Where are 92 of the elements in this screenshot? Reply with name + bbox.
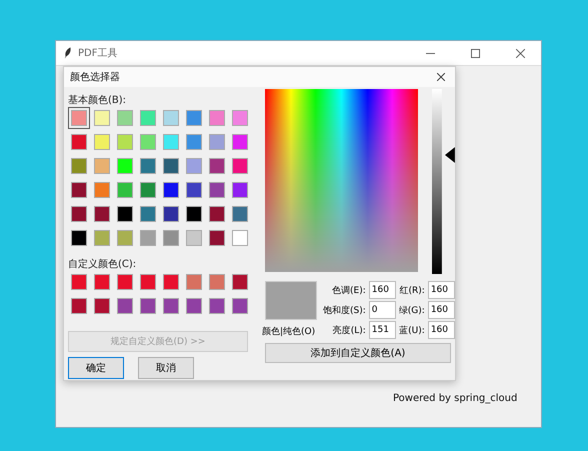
color-swatch[interactable] xyxy=(137,179,159,201)
preview-label: 颜色|纯色(O) xyxy=(262,326,316,338)
input-field[interactable]: 160 xyxy=(368,281,396,299)
color-swatch[interactable] xyxy=(91,155,113,177)
color-swatch[interactable] xyxy=(183,107,205,129)
color-swatch[interactable] xyxy=(183,203,205,225)
color-swatch[interactable] xyxy=(91,179,113,201)
color-swatch[interactable] xyxy=(137,227,159,249)
color-swatch[interactable] xyxy=(229,271,251,293)
footer-text: Powered by spring_cloud xyxy=(393,393,518,404)
window-title: PDF工具 xyxy=(78,47,118,60)
color-swatch[interactable] xyxy=(137,155,159,177)
color-swatch[interactable] xyxy=(91,271,113,293)
color-swatch[interactable] xyxy=(229,107,251,129)
color-swatch[interactable] xyxy=(137,295,159,317)
section-label: 基本颜色(B): xyxy=(68,94,128,107)
color-swatch[interactable] xyxy=(229,131,251,153)
color-swatch[interactable] xyxy=(206,107,228,129)
color-swatch[interactable] xyxy=(160,107,182,129)
color-swatch[interactable] xyxy=(229,227,251,249)
field-label: 饱和度(S): xyxy=(323,304,366,316)
color-swatch[interactable] xyxy=(206,295,228,317)
color-preview xyxy=(265,281,317,320)
cancel-button[interactable]: 取消 xyxy=(138,357,194,379)
color-swatch[interactable] xyxy=(229,155,251,177)
color-swatch[interactable] xyxy=(68,179,90,201)
color-swatch[interactable] xyxy=(137,203,159,225)
add-to-custom-colors-button[interactable]: 添加到自定义颜色(A) xyxy=(265,343,451,363)
color-swatch[interactable] xyxy=(91,203,113,225)
color-swatch[interactable] xyxy=(91,131,113,153)
color-swatch[interactable] xyxy=(183,295,205,317)
color-swatch[interactable] xyxy=(229,179,251,201)
color-swatch[interactable] xyxy=(137,107,159,129)
color-swatch[interactable] xyxy=(206,179,228,201)
color-swatch[interactable] xyxy=(114,179,136,201)
ok-button[interactable]: 确定 xyxy=(68,357,124,379)
color-swatch[interactable] xyxy=(68,271,90,293)
color-swatch[interactable] xyxy=(183,155,205,177)
color-swatch[interactable] xyxy=(68,227,90,249)
color-swatch[interactable] xyxy=(183,131,205,153)
field-label: 红(R): xyxy=(398,284,425,296)
slider-arrow-icon[interactable] xyxy=(445,147,456,163)
color-swatch[interactable] xyxy=(68,295,90,317)
input-field[interactable]: 160 xyxy=(428,301,455,319)
color-swatch[interactable] xyxy=(137,271,159,293)
section-label: 自定义颜色(C): xyxy=(68,258,138,271)
color-swatch[interactable] xyxy=(160,271,182,293)
close-icon[interactable] xyxy=(516,48,525,58)
input-field[interactable]: 0 xyxy=(368,301,396,319)
color-swatch[interactable] xyxy=(160,155,182,177)
color-swatch[interactable] xyxy=(68,203,90,225)
color-swatch[interactable] xyxy=(160,203,182,225)
color-swatch[interactable] xyxy=(114,295,136,317)
color-swatch[interactable] xyxy=(229,203,251,225)
color-swatch[interactable] xyxy=(91,295,113,317)
color-swatch[interactable] xyxy=(206,271,228,293)
input-field[interactable]: 160 xyxy=(428,321,455,339)
color-swatch[interactable] xyxy=(137,131,159,153)
color-swatch[interactable] xyxy=(114,131,136,153)
field-label: 色调(E): xyxy=(331,284,366,296)
color-swatch[interactable] xyxy=(68,131,90,153)
color-swatch[interactable] xyxy=(160,295,182,317)
field-label: 绿(G): xyxy=(398,304,425,316)
close-icon[interactable] xyxy=(437,73,445,81)
color-swatch[interactable] xyxy=(160,227,182,249)
color-swatch[interactable] xyxy=(114,155,136,177)
color-swatch[interactable] xyxy=(160,179,182,201)
color-swatch[interactable] xyxy=(206,227,228,249)
color-swatch[interactable] xyxy=(183,179,205,201)
field-label: 蓝(U): xyxy=(398,324,425,336)
color-swatch[interactable] xyxy=(91,107,113,129)
field-label: 亮度(L): xyxy=(332,324,366,336)
color-swatch[interactable] xyxy=(114,271,136,293)
color-swatch[interactable] xyxy=(160,131,182,153)
color-swatch[interactable] xyxy=(229,295,251,317)
input-field[interactable]: 151 xyxy=(368,321,396,339)
color-swatch[interactable] xyxy=(114,203,136,225)
dialog-title: 颜色选择器 xyxy=(70,70,120,84)
color-swatch[interactable] xyxy=(206,155,228,177)
color-swatch[interactable] xyxy=(91,227,113,249)
color-swatch[interactable] xyxy=(114,107,136,129)
color-swatch[interactable] xyxy=(183,227,205,249)
maximize-icon[interactable] xyxy=(471,48,480,58)
color-swatch[interactable] xyxy=(68,107,90,129)
feather-icon xyxy=(64,47,72,59)
input-field[interactable]: 160 xyxy=(428,281,455,299)
color-swatch[interactable] xyxy=(68,155,90,177)
color-swatch[interactable] xyxy=(183,271,205,293)
color-swatch[interactable] xyxy=(114,227,136,249)
color-swatch[interactable] xyxy=(206,131,228,153)
color-swatch[interactable] xyxy=(206,203,228,225)
luminance-bar-drawing[interactable] xyxy=(432,89,442,274)
